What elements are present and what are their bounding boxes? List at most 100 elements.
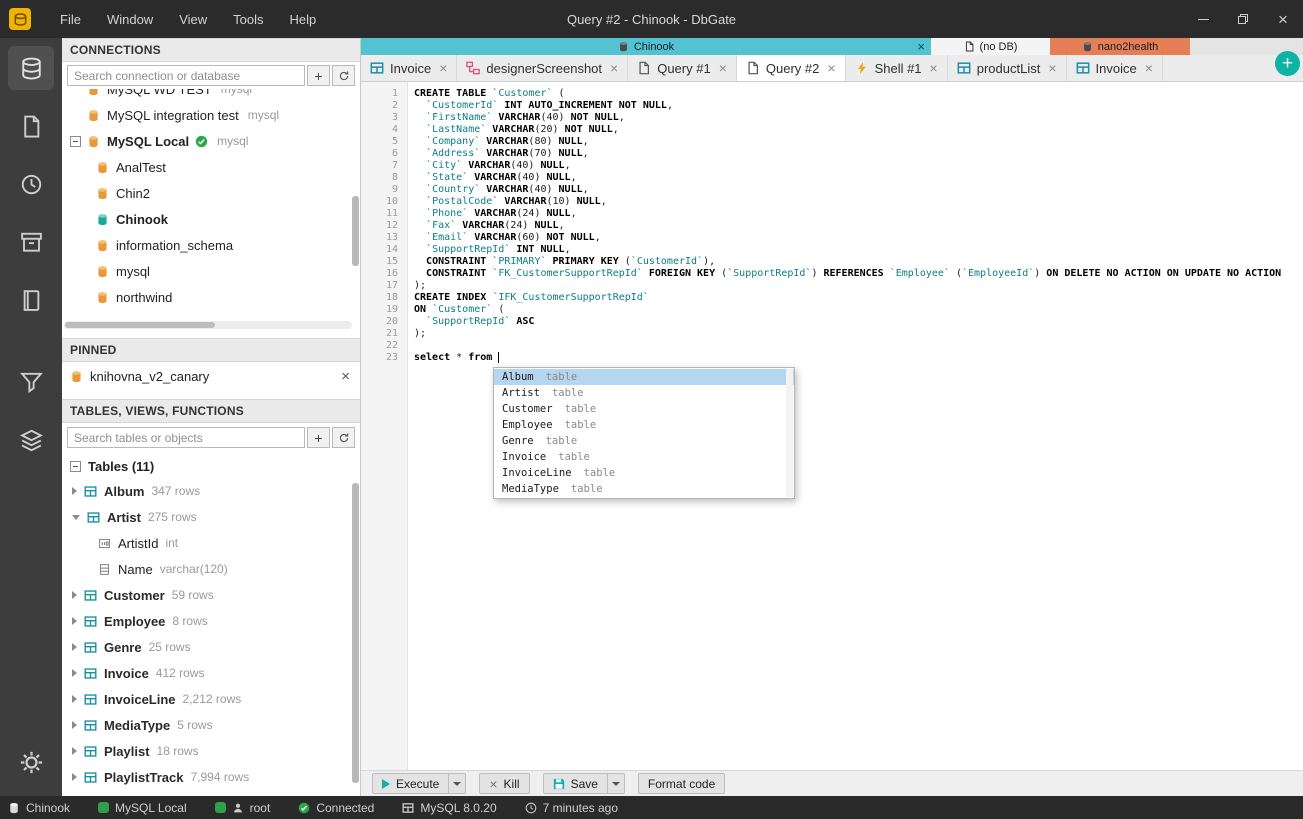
table-album[interactable]: Album 347 rows	[62, 478, 360, 504]
activity-file-button[interactable]	[8, 104, 54, 148]
table-employee[interactable]: Employee 8 rows	[62, 608, 360, 634]
pinned-knihovna-v2-canary[interactable]: knihovna_v2_canary ×	[62, 362, 360, 390]
table-artist[interactable]: Artist 275 rows	[62, 504, 360, 530]
collapse-box-icon[interactable]	[70, 460, 81, 472]
connection-northwind[interactable]: northwind	[62, 284, 360, 310]
table-mediatype[interactable]: MediaType 5 rows	[62, 712, 360, 738]
restore-button[interactable]	[1223, 0, 1263, 38]
connection-mysql-local[interactable]: MySQL Local mysql	[62, 128, 360, 154]
table-invoice[interactable]: Invoice 412 rows	[62, 660, 360, 686]
save-button[interactable]: Save	[542, 773, 608, 794]
tables-vscrollbar-thumb[interactable]	[352, 483, 359, 783]
close-tab-icon[interactable]: ×	[1048, 61, 1056, 75]
connection-chin2[interactable]: Chin2	[62, 180, 360, 206]
autocomplete-item-mediatype[interactable]: MediaType table	[494, 481, 794, 497]
close-tab-icon[interactable]: ×	[827, 61, 835, 75]
save-dropdown-button[interactable]	[607, 773, 625, 794]
autocomplete-item-genre[interactable]: Genre table	[494, 433, 794, 449]
tab-invoice-0[interactable]: Invoice ×	[361, 55, 458, 81]
connection-mysql-integration-test[interactable]: MySQL integration test mysql	[62, 102, 360, 128]
chevron-down-icon[interactable]	[72, 514, 80, 520]
table-genre[interactable]: Genre 25 rows	[62, 634, 360, 660]
activity-history-button[interactable]	[8, 162, 54, 206]
table-customer[interactable]: Customer 59 rows	[62, 582, 360, 608]
chevron-right-icon[interactable]	[72, 669, 77, 677]
status-root[interactable]: root	[214, 801, 270, 815]
chevron-right-icon[interactable]	[72, 643, 77, 651]
tab-productlist-5[interactable]: productList ×	[948, 55, 1067, 81]
close-tab-icon[interactable]: ×	[930, 61, 938, 75]
close-tab-icon[interactable]: ×	[1145, 61, 1153, 75]
close-group-icon[interactable]: ×	[917, 40, 925, 53]
table-playlist[interactable]: Playlist 18 rows	[62, 738, 360, 764]
activity-filter-button[interactable]	[8, 360, 54, 404]
chevron-right-icon[interactable]	[72, 591, 77, 599]
tables-group-row[interactable]: Tables (11)	[62, 454, 360, 478]
table-invoiceline[interactable]: InvoiceLine 2,212 rows	[62, 686, 360, 712]
activity-book-button[interactable]	[8, 278, 54, 322]
connections-vscrollbar-thumb[interactable]	[352, 196, 359, 266]
hscrollbar-thumb[interactable]	[65, 322, 215, 328]
activity-archive-button[interactable]	[8, 220, 54, 264]
menu-item-view[interactable]: View	[166, 12, 220, 27]
chevron-right-icon[interactable]	[72, 747, 77, 755]
column-artistid[interactable]: ArtistId int	[62, 530, 360, 556]
status-chinook[interactable]: Chinook	[8, 801, 70, 815]
close-tab-icon[interactable]: ×	[439, 61, 447, 75]
connection-information-schema[interactable]: information_schema	[62, 232, 360, 258]
collapse-box-icon[interactable]	[70, 135, 81, 147]
execute-button[interactable]: Execute	[372, 773, 450, 794]
connection-analtest[interactable]: AnalTest	[62, 154, 360, 180]
chevron-right-icon[interactable]	[72, 695, 77, 703]
menu-item-tools[interactable]: Tools	[220, 12, 276, 27]
close-tab-icon[interactable]: ×	[719, 61, 727, 75]
tab-shell-1-4[interactable]: Shell #1 ×	[846, 55, 948, 81]
autocomplete-scrollbar[interactable]	[786, 369, 793, 497]
menu-item-window[interactable]: Window	[94, 12, 166, 27]
connection-chinook[interactable]: Chinook	[62, 206, 360, 232]
new-tab-button[interactable]: +	[1275, 51, 1300, 76]
autocomplete-item-employee[interactable]: Employee table	[494, 417, 794, 433]
refresh-connections-button[interactable]	[332, 65, 355, 86]
menu-item-file[interactable]: File	[47, 12, 94, 27]
autocomplete-item-artist[interactable]: Artist table	[494, 385, 794, 401]
connections-hscrollbar[interactable]	[64, 321, 352, 329]
tab-group-chinook[interactable]: Chinook ×	[361, 38, 931, 55]
minimize-button[interactable]	[1183, 0, 1223, 38]
connection-mysql-wd-test[interactable]: MySQL WD TEST mysql	[62, 89, 360, 102]
activity-database-button[interactable]	[8, 46, 54, 90]
autocomplete-item-album[interactable]: Album table	[494, 369, 794, 385]
chevron-right-icon[interactable]	[72, 773, 77, 781]
chevron-right-icon[interactable]	[72, 617, 77, 625]
menu-item-help[interactable]: Help	[277, 12, 330, 27]
execute-dropdown-button[interactable]	[449, 773, 467, 794]
close-button[interactable]: ×	[1263, 0, 1303, 38]
column-name[interactable]: Name varchar(120)	[62, 556, 360, 582]
autocomplete-item-invoiceline[interactable]: InvoiceLine table	[494, 465, 794, 481]
table-playlisttrack[interactable]: PlaylistTrack 7,994 rows	[62, 764, 360, 790]
status-connected[interactable]: Connected	[298, 801, 374, 815]
kill-button[interactable]: × Kill	[479, 773, 530, 794]
tab-query-2-3[interactable]: Query #2 ×	[736, 55, 846, 81]
status-mysql-8-0-20[interactable]: MySQL 8.0.20	[402, 801, 497, 815]
connection-mysql[interactable]: mysql	[62, 258, 360, 284]
tab-group-no-db[interactable]: (no DB)	[931, 38, 1050, 55]
status-7-minutes-ago[interactable]: 7 minutes ago	[525, 801, 618, 815]
format-code-button[interactable]: Format code	[637, 773, 726, 794]
refresh-tables-button[interactable]	[332, 427, 355, 448]
tab-invoice-6[interactable]: Invoice ×	[1067, 55, 1163, 81]
sql-editor[interactable]: 1 2 3 4 5 6 7 8 9 10 11 12 13 14 15 16 17 18 19 20 21 22 23 CR…	[361, 82, 1303, 770]
activity-settings-button[interactable]	[8, 740, 54, 784]
chevron-right-icon[interactable]	[72, 487, 77, 495]
autocomplete-item-invoice[interactable]: Invoice table	[494, 449, 794, 465]
connection-search-input[interactable]	[67, 65, 305, 86]
status-mysql-local[interactable]: MySQL Local	[98, 801, 187, 815]
tab-query-1-2[interactable]: Query #1 ×	[628, 55, 737, 81]
activity-layers-button[interactable]	[8, 418, 54, 462]
close-tab-icon[interactable]: ×	[610, 61, 618, 75]
tab-group-nano2health[interactable]: nano2health	[1050, 38, 1190, 55]
unpin-icon[interactable]: ×	[341, 368, 350, 385]
new-object-button[interactable]: +	[307, 427, 330, 448]
autocomplete-item-customer[interactable]: Customer table	[494, 401, 794, 417]
new-connection-button[interactable]: +	[307, 65, 330, 86]
